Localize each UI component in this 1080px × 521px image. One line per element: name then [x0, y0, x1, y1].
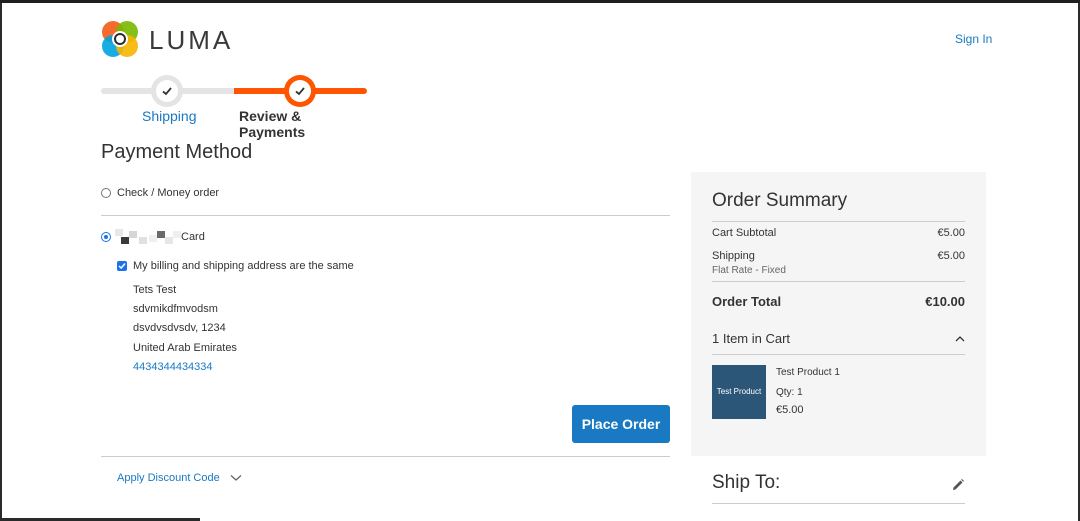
address-name: Tets Test [133, 284, 177, 296]
step-shipping-marker [151, 75, 183, 107]
apply-discount-toggle[interactable]: Apply Discount Code [117, 472, 242, 484]
shipping-value: €5.00 [937, 250, 965, 262]
checkmark-icon [295, 87, 305, 96]
order-total-label: Order Total [712, 294, 782, 309]
sign-in-link[interactable]: Sign In [955, 32, 992, 46]
brand-name: LUMA [149, 25, 234, 55]
check-money-order-radio[interactable] [101, 188, 111, 198]
shipping-row: Shipping €5.00 Flat Rate - Fixed [712, 250, 965, 276]
address-phone-link[interactable]: 4434344434334 [133, 361, 213, 373]
product-name: Test Product 1 [776, 367, 840, 378]
order-total-row: Order Total €10.00 [712, 294, 965, 309]
address-country: United Arab Emirates [133, 342, 237, 354]
card-brand-logo [115, 229, 183, 247]
checkmark-icon [118, 263, 126, 270]
chevron-up-icon[interactable] [955, 335, 965, 343]
payment-method-title: Payment Method [101, 141, 253, 163]
ship-to-title: Ship To: [712, 472, 781, 493]
order-total-value: €10.00 [925, 294, 965, 309]
discount-divider [101, 456, 670, 457]
order-summary-title: Order Summary [712, 190, 848, 211]
luma-logo-icon[interactable] [101, 20, 139, 58]
address-city-zip: dsvdvsdvsdv, 1234 [133, 322, 226, 334]
shipping-label: Shipping [712, 250, 755, 262]
cart-subtotal-label: Cart Subtotal [712, 227, 777, 239]
place-order-button[interactable]: Place Order [572, 405, 670, 443]
checkout-page: LUMA Sign In Shipping Review & Payments … [0, 3, 1080, 521]
product-thumbnail: Test Product [712, 365, 766, 419]
billing-same-checkbox[interactable] [117, 261, 127, 271]
items-in-cart-toggle[interactable]: 1 Item in Cart [712, 331, 965, 346]
payment-divider [101, 215, 670, 216]
product-price: €5.00 [776, 404, 804, 416]
items-in-cart-label[interactable]: 1 Item in Cart [712, 331, 790, 346]
order-summary-panel: Order Summary Cart Subtotal €5.00 Shippi… [691, 172, 986, 456]
product-qty: Qty: 1 [776, 387, 803, 398]
cart-subtotal-value: €5.00 [937, 227, 965, 239]
card-payment-radio[interactable] [101, 232, 111, 242]
summary-divider [712, 281, 965, 282]
pencil-edit-icon[interactable] [951, 478, 965, 492]
shipping-method: Flat Rate - Fixed [712, 265, 786, 276]
step-shipping-link[interactable]: Shipping [142, 108, 197, 124]
card-payment-label[interactable]: Card [181, 231, 205, 243]
address-street: sdvmikdfmvodsm [133, 303, 218, 315]
apply-discount-label[interactable]: Apply Discount Code [117, 472, 220, 484]
step-review-marker [284, 75, 316, 107]
checkmark-icon [162, 87, 172, 96]
step-review-label: Review & Payments [239, 108, 306, 140]
ship-to-divider [712, 503, 965, 504]
check-money-order-label[interactable]: Check / Money order [117, 187, 219, 199]
chevron-down-icon[interactable] [230, 474, 242, 482]
checkout-progress: Shipping Review & Payments [101, 73, 371, 140]
summary-divider [712, 354, 965, 355]
summary-divider [712, 221, 965, 222]
cart-subtotal-row: Cart Subtotal €5.00 [712, 227, 965, 239]
billing-same-label[interactable]: My billing and shipping address are the … [133, 260, 354, 272]
